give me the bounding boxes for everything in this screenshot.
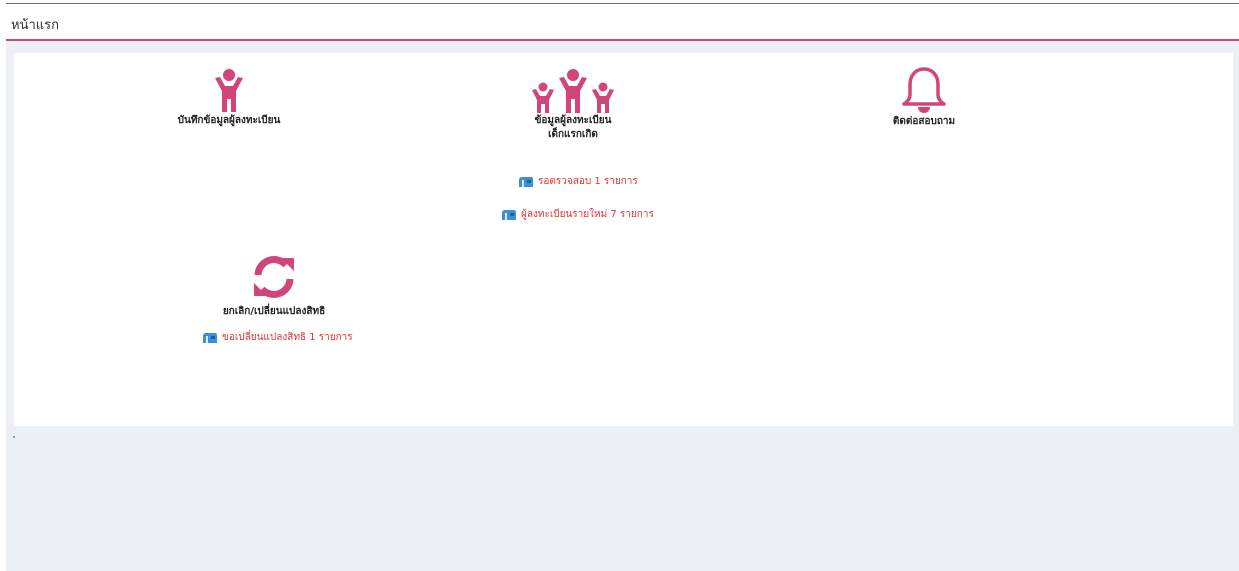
sync-icon: [254, 256, 294, 298]
child-icon: [215, 69, 243, 112]
app-frame: หน้าแรก บันทึกข้อมูลผู้ลงทะเบียน ข้อมูลผ…: [6, 3, 1239, 571]
tile-label-line1: ข้อมูลผู้ลงทะเบียน: [534, 115, 612, 126]
dashboard-panel: บันทึกข้อมูลผู้ลงทะเบียน ข้อมูลผู้ลงทะเบ…: [14, 53, 1233, 426]
tile-label: บันทึกข้อมูลผู้ลงทะเบียน: [177, 115, 281, 126]
tile-contact-inquiry[interactable]: ติดต่อสอบถาม: [849, 65, 999, 129]
notice-rights-change-request[interactable]: ขอเปลี่ยนแปลงสิทธิ 1 รายการ: [202, 330, 353, 345]
tile-label: ยกเลิก/เปลี่ยนแปลงสิทธิ: [222, 306, 326, 317]
notice-text: รอตรวจสอบ 1 รายการ: [538, 176, 638, 187]
mailbox-icon: [203, 332, 217, 343]
notice-new-registrants[interactable]: ผู้ลงทะเบียนรายใหม่ 7 รายการ: [501, 207, 654, 222]
tile-cancel-change-rights[interactable]: ยกเลิก/เปลี่ยนแปลงสิทธิ: [199, 253, 349, 319]
footer-dot: [13, 436, 15, 438]
notice-pending-review[interactable]: รอตรวจสอบ 1 รายการ: [518, 174, 638, 189]
mailbox-icon: [502, 209, 516, 220]
bell-icon: [902, 67, 946, 113]
mailbox-icon: [519, 176, 533, 187]
tile-newborn-registrant[interactable]: ข้อมูลผู้ลงทะเบียน เด็กแรกเกิด: [498, 68, 648, 142]
tile-record-registrant[interactable]: บันทึกข้อมูลผู้ลงทะเบียน: [154, 68, 304, 128]
notice-text: ขอเปลี่ยนแปลงสิทธิ 1 รายการ: [222, 332, 353, 343]
tile-label: ติดต่อสอบถาม: [892, 116, 956, 127]
tile-label-line2: เด็กแรกเกิด: [548, 129, 598, 140]
page-header: หน้าแรก: [6, 4, 1239, 41]
notice-text: ผู้ลงทะเบียนรายใหม่ 7 รายการ: [521, 209, 654, 220]
page-title: หน้าแรก: [11, 18, 59, 33]
children-group-icon: [532, 69, 614, 113]
